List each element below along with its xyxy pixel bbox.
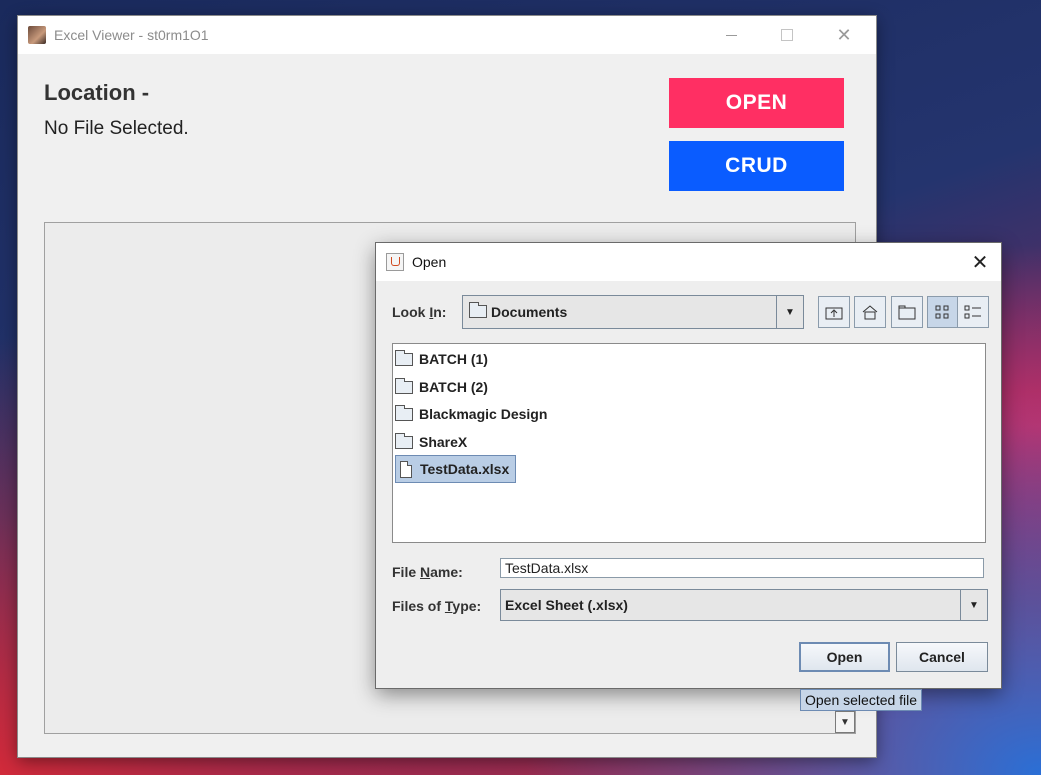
folder-up-icon	[825, 307, 843, 320]
details-view-button[interactable]	[957, 296, 989, 328]
file-name-field[interactable]	[500, 558, 984, 578]
file-type-value: Excel Sheet (.xlsx)	[505, 597, 628, 613]
chevron-down-icon[interactable]: ▼	[835, 711, 855, 733]
folder-icon	[395, 377, 413, 394]
location-label: Location -	[44, 80, 150, 105]
file-type-combo[interactable]: Excel Sheet (.xlsx) ▼	[500, 589, 988, 621]
home-icon	[862, 305, 878, 320]
folder-icon	[395, 404, 413, 421]
look-in-label: Look In:	[392, 304, 447, 320]
folder-icon	[395, 349, 413, 366]
main-titlebar[interactable]: Excel Viewer - st0rm1O1 ✕	[18, 16, 876, 54]
file-name-label: File Name:	[392, 564, 463, 580]
dialog-titlebar[interactable]: Open ✕	[376, 243, 1001, 281]
dialog-close-button[interactable]: ✕	[967, 249, 993, 275]
chevron-down-icon[interactable]: ▼	[960, 590, 987, 620]
crud-button[interactable]: CRUD	[669, 141, 844, 191]
open-button[interactable]: OPEN	[669, 78, 844, 128]
list-item-selected[interactable]: TestData.xlsx	[395, 455, 517, 483]
file-type-label: Files of Type:	[392, 598, 482, 614]
list-item[interactable]: Blackmagic Design	[395, 401, 553, 427]
details-view-icon	[964, 305, 981, 319]
dialog-cancel-button[interactable]: Cancel	[896, 642, 988, 672]
java-icon	[386, 253, 404, 271]
list-item[interactable]: BATCH (1)	[395, 346, 494, 372]
home-button[interactable]	[854, 296, 886, 328]
folder-icon	[395, 432, 413, 449]
minimize-button[interactable]	[708, 16, 754, 54]
list-view-icon	[935, 305, 949, 319]
look-in-value: Documents	[491, 304, 568, 320]
up-one-level-button[interactable]	[818, 296, 850, 328]
chevron-down-icon[interactable]: ▼	[776, 296, 803, 328]
new-folder-button[interactable]	[891, 296, 923, 328]
minimize-icon	[725, 34, 737, 36]
list-view-button[interactable]	[927, 296, 959, 328]
location-value: No File Selected.	[44, 118, 189, 139]
list-item[interactable]: ShareX	[395, 429, 473, 455]
close-icon: ✕	[971, 251, 989, 274]
dialog-title: Open	[412, 254, 447, 270]
maximize-icon	[781, 29, 793, 41]
app-icon	[28, 26, 46, 44]
open-dialog: Open ✕ Look In: Documents ▼ BATCH (1) BA…	[376, 243, 1001, 688]
close-button[interactable]: ✕	[821, 16, 867, 54]
look-in-combo[interactable]: Documents ▼	[462, 295, 804, 329]
folder-icon	[469, 302, 487, 318]
dialog-open-button[interactable]: Open	[799, 642, 890, 672]
open-button-tooltip: Open selected file	[800, 689, 923, 711]
new-folder-icon	[898, 305, 916, 320]
window-title: Excel Viewer - st0rm1O1	[54, 27, 209, 43]
maximize-button[interactable]	[764, 16, 810, 54]
list-item[interactable]: BATCH (2)	[395, 374, 494, 400]
file-icon	[400, 460, 412, 478]
close-icon: ✕	[836, 24, 852, 45]
file-list[interactable]: BATCH (1) BATCH (2) Blackmagic Design Sh…	[392, 343, 986, 543]
